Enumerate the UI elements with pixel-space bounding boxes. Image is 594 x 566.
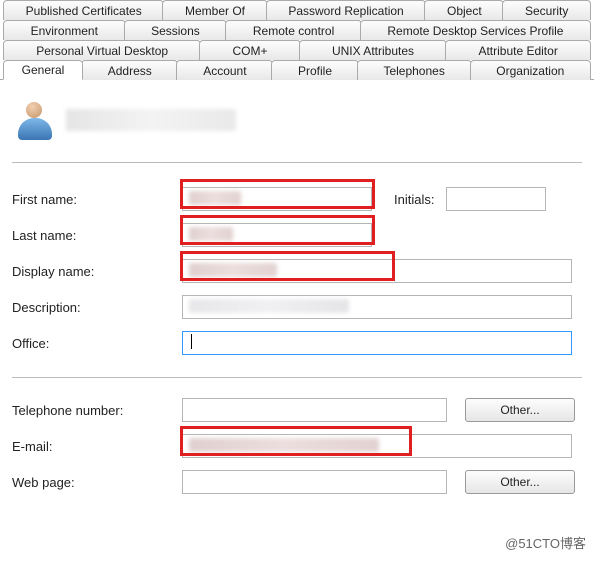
tab-row-3: Personal Virtual Desktop COM+ UNIX Attri… bbox=[0, 40, 594, 60]
row-last-name: Last name: bbox=[12, 217, 582, 253]
input-first-name[interactable] bbox=[182, 187, 372, 211]
input-telephone[interactable] bbox=[182, 398, 447, 422]
user-header bbox=[12, 94, 582, 158]
tab-unix[interactable]: UNIX Attributes bbox=[299, 40, 447, 60]
value-last-name-blurred bbox=[189, 227, 233, 241]
tab-general[interactable]: General bbox=[3, 60, 83, 80]
label-last-name: Last name: bbox=[12, 228, 182, 243]
input-initials[interactable] bbox=[446, 187, 546, 211]
row-webpage: Web page: Other... bbox=[12, 464, 582, 500]
label-webpage: Web page: bbox=[12, 475, 182, 490]
tab-account[interactable]: Account bbox=[176, 60, 273, 80]
row-description: Description: bbox=[12, 289, 582, 325]
tab-pvd[interactable]: Personal Virtual Desktop bbox=[3, 40, 201, 60]
tab-remote-control[interactable]: Remote control bbox=[225, 20, 362, 40]
button-other-webpage[interactable]: Other... bbox=[465, 470, 575, 494]
tab-rds-profile[interactable]: Remote Desktop Services Profile bbox=[360, 20, 591, 40]
text-caret bbox=[191, 334, 192, 349]
row-telephone: Telephone number: Other... bbox=[12, 392, 582, 428]
input-webpage[interactable] bbox=[182, 470, 447, 494]
button-other-telephone[interactable]: Other... bbox=[465, 398, 575, 422]
tab-container: Published Certificates Member Of Passwor… bbox=[0, 0, 594, 80]
user-display-name-blurred bbox=[66, 109, 236, 131]
label-display-name: Display name: bbox=[12, 264, 182, 279]
row-office: Office: bbox=[12, 325, 582, 361]
tab-sessions[interactable]: Sessions bbox=[124, 20, 228, 40]
input-email[interactable] bbox=[182, 434, 572, 458]
label-initials: Initials: bbox=[394, 192, 434, 207]
watermark: @51CTO博客 bbox=[505, 533, 586, 552]
divider-2 bbox=[12, 377, 582, 378]
row-email: E-mail: bbox=[12, 428, 582, 464]
value-description-blurred bbox=[189, 299, 349, 313]
tab-address[interactable]: Address bbox=[81, 60, 178, 80]
tab-organization[interactable]: Organization bbox=[470, 60, 591, 80]
input-description[interactable] bbox=[182, 295, 572, 319]
label-first-name: First name: bbox=[12, 192, 182, 207]
tab-attribute-editor[interactable]: Attribute Editor bbox=[445, 40, 591, 60]
tab-member-of[interactable]: Member Of bbox=[162, 0, 267, 20]
tab-complus[interactable]: COM+ bbox=[199, 40, 300, 60]
tab-telephones[interactable]: Telephones bbox=[357, 60, 472, 80]
divider-1 bbox=[12, 162, 582, 163]
label-office: Office: bbox=[12, 336, 182, 351]
tab-object[interactable]: Object bbox=[424, 0, 504, 20]
input-display-name[interactable] bbox=[182, 259, 572, 283]
value-email-blurred bbox=[189, 438, 379, 452]
tab-row-1: Published Certificates Member Of Passwor… bbox=[0, 0, 594, 20]
tab-row-4: General Address Account Profile Telephon… bbox=[0, 60, 594, 80]
tab-profile[interactable]: Profile bbox=[271, 60, 358, 80]
input-last-name[interactable] bbox=[182, 223, 372, 247]
tab-password-replication[interactable]: Password Replication bbox=[266, 0, 427, 20]
value-display-name-blurred bbox=[189, 263, 277, 277]
value-first-name-blurred bbox=[189, 191, 241, 205]
tab-security[interactable]: Security bbox=[502, 0, 591, 20]
row-first-name: First name: Initials: bbox=[12, 181, 582, 217]
tab-row-2: Environment Sessions Remote control Remo… bbox=[0, 20, 594, 40]
label-telephone: Telephone number: bbox=[12, 403, 182, 418]
label-description: Description: bbox=[12, 300, 182, 315]
tab-published-certificates[interactable]: Published Certificates bbox=[3, 0, 164, 20]
label-email: E-mail: bbox=[12, 439, 182, 454]
tab-environment[interactable]: Environment bbox=[3, 20, 126, 40]
user-icon bbox=[18, 100, 52, 140]
row-display-name: Display name: bbox=[12, 253, 582, 289]
input-office[interactable] bbox=[182, 331, 572, 355]
general-panel: First name: Initials: Last name: Display… bbox=[0, 79, 594, 508]
